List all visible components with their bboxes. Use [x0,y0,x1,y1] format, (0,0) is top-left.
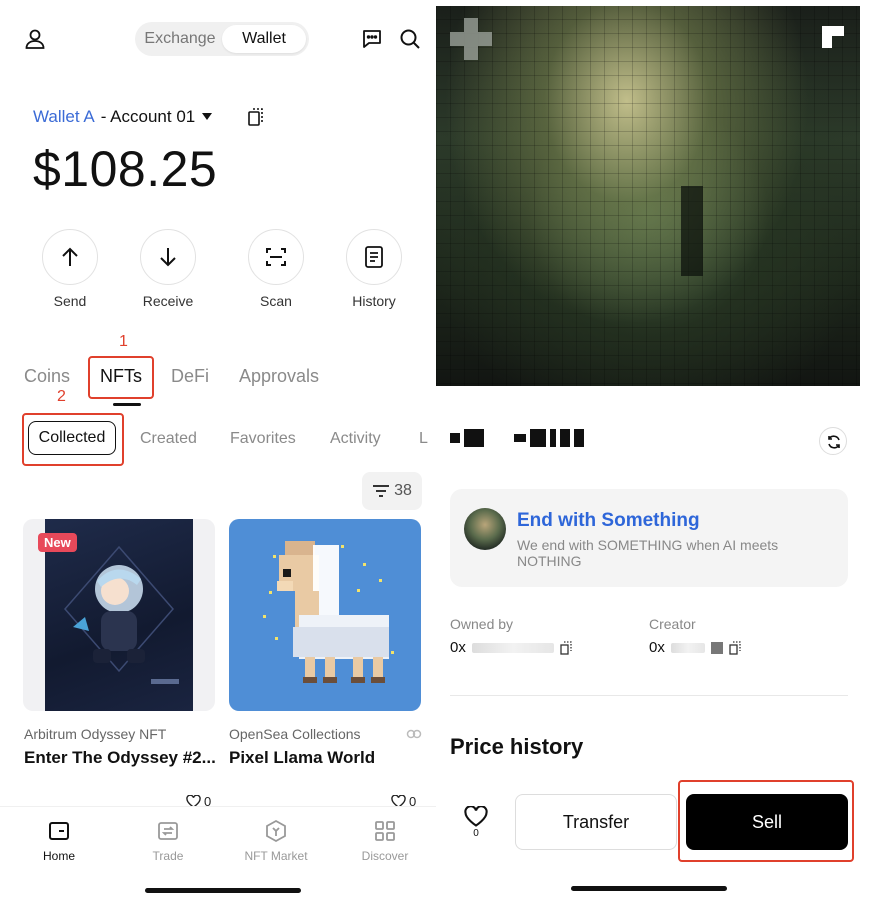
card-title-odyssey[interactable]: Enter The Odyssey #2... [24,748,216,768]
history-label: History [352,293,396,309]
card-collection-odyssey: Arbitrum Odyssey NFT [24,726,167,742]
collection-description: We end with SOMETHING when AI meets NOTH… [517,537,779,569]
scan-icon [266,248,286,266]
nft-artwork [436,6,860,386]
copy-icon[interactable] [729,640,741,655]
scan-label: Scan [260,293,292,309]
scan-button[interactable]: Scan [236,229,316,309]
nft-name-redacted [450,428,584,448]
owned-by-address: 0x [450,639,572,656]
segment-exchange[interactable]: Exchange [138,25,222,53]
owned-by-label: Owned by [450,616,514,632]
creator-address: 0x [649,639,741,656]
transfer-button[interactable]: Transfer [515,794,677,850]
favorite-button[interactable]: 0 [464,806,488,839]
send-button[interactable]: Send [30,229,110,309]
send-label: Send [53,293,87,309]
account-selector[interactable]: Wallet A - Account 01 [33,107,265,127]
nft-count: 38 [394,482,412,499]
nav-trade-label: Trade [152,849,184,863]
filter-activity[interactable]: Activity [330,430,381,448]
wallet-screen: Exchange Wallet Wallet A - Account 01 $1… [0,0,436,908]
chat-icon[interactable] [359,26,385,52]
expand-icon[interactable] [822,26,844,48]
filter-sort-button[interactable]: 38 [362,472,422,510]
copy-icon[interactable] [247,107,265,127]
pixelated-overlay-icon [450,18,492,60]
nft-market-icon [266,819,286,843]
wallet-name: Wallet A [33,107,95,126]
caret-down-icon [202,113,213,120]
nav-home[interactable]: Home [9,819,109,863]
receive-button[interactable]: Receive [128,229,208,309]
nft-detail-screen: End with Something We end with SOMETHING… [436,0,874,908]
card-title-llama[interactable]: Pixel Llama World [229,748,375,768]
filter-more[interactable]: L [419,430,428,448]
annotation-box-sell [678,780,854,862]
link-icon [406,729,422,739]
owned-by-value: 0x [450,639,466,656]
heart-icon [464,806,488,827]
creator-value: 0x [649,639,665,656]
profile-icon[interactable] [22,26,48,52]
active-tab-indicator [113,403,141,406]
refresh-icon [828,435,840,449]
search-icon[interactable] [397,26,423,52]
nav-discover-label: Discover [361,849,409,863]
collection-name[interactable]: End with Something [517,510,700,532]
price-history-heading: Price history [450,734,584,759]
home-indicator [145,888,301,893]
discover-icon [375,821,395,841]
home-icon [49,822,69,840]
arrow-up-icon [62,247,78,266]
creator-label: Creator [649,616,696,632]
tab-coins[interactable]: Coins [24,366,70,387]
nav-nft-market-label: NFT Market [244,849,308,863]
filter-favorites[interactable]: Favorites [230,430,296,448]
nav-nft-market[interactable]: NFT Market [226,819,326,863]
collection-avatar [464,508,506,550]
copy-icon[interactable] [560,640,572,655]
annotation-number-1: 1 [119,333,128,350]
annotation-number-2: 2 [57,388,66,405]
receive-label: Receive [142,293,194,309]
home-indicator [571,886,727,891]
nft-card-image-llama[interactable] [229,519,421,711]
card-collection-llama: OpenSea Collections [229,726,361,742]
tab-approvals[interactable]: Approvals [239,366,319,387]
trade-icon [158,822,178,840]
new-badge: New [38,533,77,552]
exchange-wallet-toggle: Exchange Wallet [135,22,309,56]
filter-created[interactable]: Created [140,430,197,448]
history-icon [365,246,383,268]
nav-trade[interactable]: Trade [118,819,218,863]
like-count: 0 [473,828,479,839]
filter-collected[interactable]: Collected [28,421,116,455]
tab-defi[interactable]: DeFi [171,366,209,387]
section-divider [450,695,848,696]
annotation-box-nfts [88,356,154,399]
account-name: - Account 01 [100,107,196,126]
history-button[interactable]: History [334,229,414,309]
segment-wallet[interactable]: Wallet [222,25,306,53]
collection-card[interactable]: End with Something We end with SOMETHING… [450,489,848,587]
filter-icon [373,485,390,497]
arrow-down-icon [160,248,176,267]
nav-discover[interactable]: Discover [335,819,435,863]
total-balance: $108.25 [33,141,218,197]
nav-home-label: Home [42,849,75,863]
refresh-button[interactable] [819,427,847,455]
